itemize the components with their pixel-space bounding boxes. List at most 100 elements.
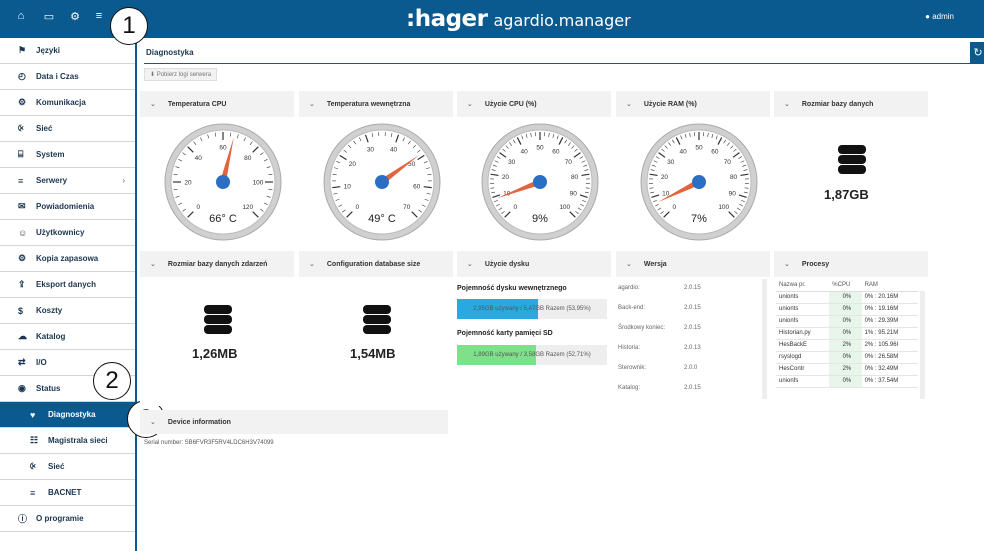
- sidebar-item[interactable]: ≡ Serwery ›: [0, 168, 135, 194]
- sidebar-item[interactable]: ⨴ Sieć: [0, 454, 135, 480]
- sidebar-item-label: Kopia zapasowa: [36, 254, 99, 263]
- sidebar-item-label: System: [36, 150, 65, 159]
- top-bar: ⌂ ▭ ⚙ ≡ :hager agardio.manager ● admin: [0, 0, 984, 38]
- gauge-tick-label: 70: [565, 159, 573, 166]
- flag-icon: ⚑: [18, 45, 27, 55]
- table-cell: 0%: [829, 327, 862, 340]
- sidebar-item-label: I/O: [36, 358, 47, 367]
- sidebar-item[interactable]: ⇪ Eksport danych: [0, 272, 135, 298]
- sd-card-bar: 1,89GB używany / 3,58GB Razem (52,71%): [457, 345, 607, 365]
- sidebar-item[interactable]: ◴ Data i Czas: [0, 64, 135, 90]
- table-row[interactable]: rsyslogd 0% 0% : 26.58M: [776, 351, 918, 364]
- processes-scrollbar[interactable]: [920, 291, 925, 399]
- database-disk: [204, 325, 232, 334]
- sidebar-item-label: Użytkownicy: [36, 228, 85, 237]
- internal-disk-text: 2,95GB używany / 5,47GB Razem (53,95%): [473, 306, 591, 312]
- serial-number: Serial number: SB6FVR3F5RV4LDC6H3V74099: [144, 440, 274, 446]
- db-size-value: 1,87GB: [824, 187, 869, 202]
- gauge-tick-label: 60: [711, 148, 719, 155]
- sidebar-item[interactable]: ≡ BACNET: [0, 480, 135, 506]
- table-row[interactable]: unionts 0% 0% : 20.16M: [776, 291, 918, 304]
- gauge-hub: [692, 175, 706, 189]
- sd-card-text: 1,89GB używany / 3,58GB Razem (52,71%): [473, 352, 591, 358]
- chevron-down-icon[interactable]: ⌄: [150, 100, 156, 108]
- gauge-tick-label: 120: [242, 204, 253, 211]
- sidebar-item[interactable]: ⓘ O programie: [0, 506, 135, 532]
- table-cell: HesBackE: [776, 339, 830, 352]
- sidebar-item[interactable]: ⚑ Języki: [0, 38, 135, 64]
- column-header[interactable]: Nazwa pr.: [776, 279, 830, 292]
- table-cell: 0%: [829, 303, 862, 316]
- column-header[interactable]: RAM: [861, 279, 918, 292]
- sidebar-item[interactable]: $ Koszty: [0, 298, 135, 324]
- processes-table: Nazwa pr. %CPU RAM unionts 0% 0% : 20.16M u…: [776, 279, 918, 388]
- version-value: 2.0.15: [684, 385, 701, 391]
- chevron-down-icon[interactable]: ⌄: [150, 418, 156, 426]
- version-value: 2.0.13: [684, 345, 701, 351]
- internal-disk-bar: 2,95GB używany / 5,47GB Razem (53,95%): [457, 299, 607, 319]
- chevron-down-icon[interactable]: ⌄: [626, 260, 632, 268]
- monitor-icon[interactable]: ▭: [40, 10, 58, 23]
- version-scrollbar[interactable]: [762, 279, 767, 399]
- device-info-panel: ⌄ Device information: [140, 410, 448, 434]
- sitemap-icon: ☷: [30, 435, 39, 445]
- chevron-down-icon[interactable]: ⌄: [309, 100, 315, 108]
- sidebar-item[interactable]: ✉ Powiadomienia: [0, 194, 135, 220]
- sidebar-item[interactable]: ⨴ Sieć: [0, 116, 135, 142]
- version-name: Back-end:: [618, 305, 646, 311]
- table-cell: 0% : 29.39M: [861, 315, 918, 328]
- download-logs-button[interactable]: ⬇ Pobierz logi serwera: [144, 68, 218, 81]
- main-content: Diagnostyka ↻ ⬇ Pobierz logi serwera ⌄ Te…: [140, 38, 984, 551]
- table-row[interactable]: HesContr 2% 0% : 32.49M: [776, 363, 918, 376]
- chevron-down-icon[interactable]: ⌄: [784, 260, 790, 268]
- home-icon[interactable]: ⌂: [12, 10, 30, 22]
- table-row[interactable]: unionfs 0% 0% : 37.54M: [776, 375, 918, 388]
- user-menu[interactable]: ● admin: [925, 12, 954, 21]
- chevron-down-icon[interactable]: ⌄: [467, 260, 473, 268]
- gauge-tick-label: 70: [403, 204, 411, 211]
- dollar-icon: $: [18, 305, 24, 316]
- gauge-tick-label: 0: [196, 204, 200, 211]
- sidebar-item-label: Status: [36, 384, 61, 393]
- sidebar-item[interactable]: ☷ Magistrala sieci: [0, 428, 135, 454]
- table-cell: unionfs: [776, 375, 830, 388]
- gauge-tick-label: 90: [570, 190, 578, 197]
- user-icon: ●: [925, 12, 930, 21]
- chevron-down-icon[interactable]: ⌄: [784, 100, 790, 108]
- chevron-down-icon[interactable]: ⌄: [626, 100, 632, 108]
- database-icon: [204, 305, 232, 334]
- chevron-down-icon[interactable]: ⌄: [309, 260, 315, 268]
- version-name: Historia:: [618, 345, 641, 351]
- version-value: 2.0.15: [684, 305, 701, 311]
- sidebar-item[interactable]: ⌸ System: [0, 142, 135, 168]
- gauge-tick-label: 70: [724, 159, 732, 166]
- gauge-dial: 0102030405060708090100: [481, 123, 599, 241]
- sidebar-item[interactable]: ☺ Użytkownicy: [0, 220, 135, 246]
- cloud-icon: ☁: [18, 331, 27, 341]
- table-row[interactable]: Historian.py 0% 1% : 95.21M: [776, 327, 918, 340]
- sidebar-item[interactable]: ⚙ Komunikacja: [0, 90, 135, 116]
- chevron-down-icon[interactable]: ⌄: [467, 100, 473, 108]
- table-row[interactable]: unionts 0% 0% : 19.16M: [776, 303, 918, 316]
- gauge-tick-label: 30: [667, 159, 675, 166]
- sidebar-item-label: Koszty: [36, 306, 63, 315]
- sidebar-item[interactable]: ☁ Katalog: [0, 324, 135, 350]
- events-db-panel: ⌄ Rozmiar bazy danych zdarzeń 1,26MB: [140, 251, 294, 406]
- column-header[interactable]: %CPU: [829, 279, 862, 292]
- sidebar: ⚑ Języki ◴ Data i Czas ⚙ Komunikacja ⨴ Sieć ⌸ Sys…: [0, 38, 137, 551]
- refresh-button[interactable]: ↻: [970, 42, 984, 64]
- gauge-panel: ⌄ Użycie RAM (%) 0 10 20 30 40 50 60 70 80 90 100 7%: [616, 91, 770, 246]
- version-name: Środkowy koniec:: [618, 325, 666, 331]
- version-name: Katalog:: [618, 385, 641, 391]
- table-row[interactable]: HesBackE 2% 2% : 105.96I: [776, 339, 918, 352]
- database-disk: [204, 315, 232, 324]
- gears-icon[interactable]: ⚙: [66, 10, 84, 23]
- hdd-icon: ⌸: [18, 149, 24, 159]
- sidebar-item[interactable]: ⚙ Kopia zapasowa: [0, 246, 135, 272]
- sd-card-title: Pojemność karty pamięci SD: [457, 330, 553, 337]
- sidebar-item[interactable]: ♥ Diagnostyka: [0, 402, 135, 428]
- menu-icon[interactable]: ≡: [90, 10, 108, 22]
- events-db-value: 1,26MB: [192, 346, 238, 361]
- table-row[interactable]: unionfs 0% 0% : 29.39M: [776, 315, 918, 328]
- chevron-down-icon[interactable]: ⌄: [150, 260, 156, 268]
